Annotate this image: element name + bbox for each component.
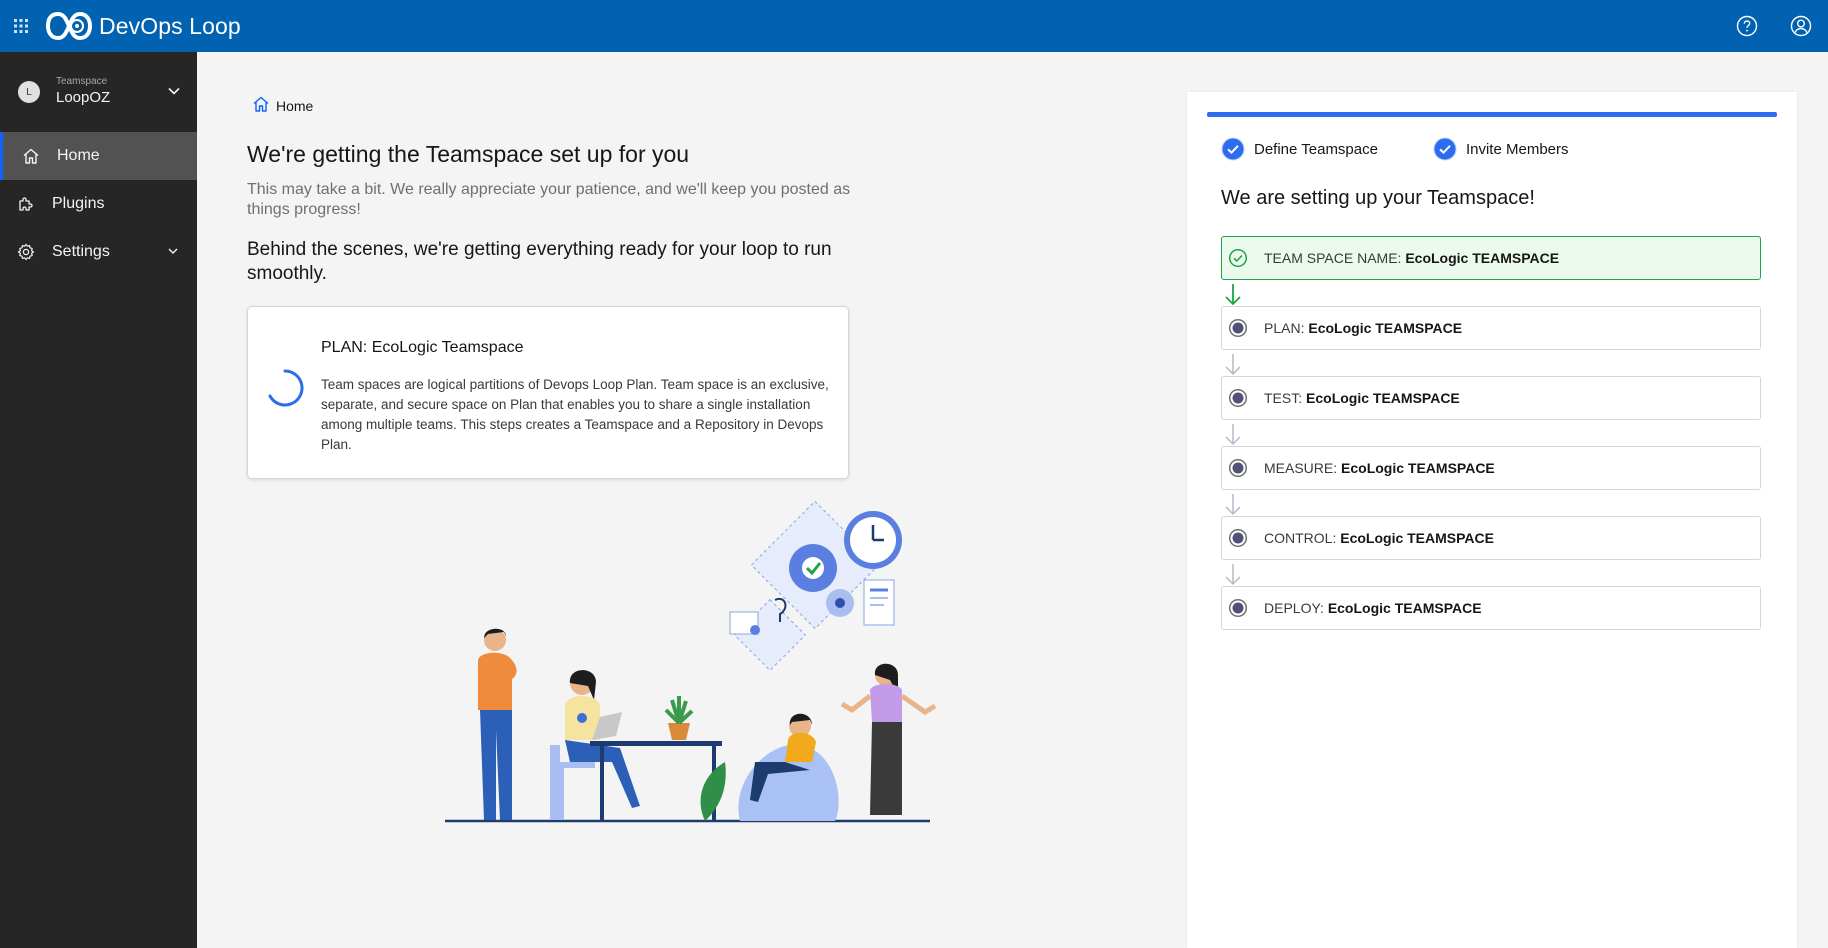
step-invite-members[interactable]: Invite Members bbox=[1433, 137, 1569, 161]
arrow-down-icon bbox=[1225, 284, 1241, 306]
stage-value: EcoLogic TEAMSPACE bbox=[1405, 250, 1560, 266]
arrow-down-icon bbox=[1225, 564, 1241, 586]
sidebar-item-plugins[interactable]: Plugins bbox=[0, 180, 197, 228]
radio-pending-icon bbox=[1227, 387, 1249, 409]
sidebar-item-label: Settings bbox=[52, 243, 110, 260]
page-subtitle: This may take a bit. We really appreciat… bbox=[247, 181, 851, 218]
step-define-teamspace[interactable]: Define Teamspace bbox=[1221, 137, 1378, 161]
sidebar: L Teamspace LoopOZ Home Plugins Settings bbox=[0, 52, 197, 948]
sidebar-item-label: Home bbox=[57, 147, 100, 164]
progress-bar bbox=[1207, 112, 1777, 117]
arrow-down-icon bbox=[1225, 494, 1241, 516]
stage-value: EcoLogic TEAMSPACE bbox=[1341, 460, 1495, 476]
breadcrumb-home-link[interactable]: Home bbox=[276, 98, 313, 114]
stage-prefix: TEST: bbox=[1264, 390, 1303, 406]
stage-deploy[interactable]: DEPLOY: EcoLogic TEAMSPACE bbox=[1221, 586, 1761, 630]
teamspace-caption: Teamspace bbox=[56, 76, 108, 87]
page-title: We're getting the Teamspace set up for y… bbox=[247, 141, 690, 167]
arrow-down-icon bbox=[1225, 354, 1241, 376]
chevron-down-icon bbox=[168, 248, 178, 254]
sidebar-item-settings[interactable]: Settings bbox=[0, 228, 197, 276]
radio-pending-icon bbox=[1227, 527, 1249, 549]
radio-pending-icon bbox=[1227, 597, 1249, 619]
plan-card-title: PLAN: EcoLogic Teamspace bbox=[321, 339, 524, 356]
stage-prefix: CONTROL: bbox=[1264, 530, 1337, 546]
radio-pending-icon bbox=[1227, 317, 1249, 339]
stage-value: EcoLogic TEAMSPACE bbox=[1340, 530, 1494, 546]
stage-measure[interactable]: MEASURE: EcoLogic TEAMSPACE bbox=[1221, 446, 1761, 490]
arrow-down-icon bbox=[1225, 424, 1241, 446]
app-logo[interactable]: DevOps Loop bbox=[46, 11, 241, 41]
step-label: Invite Members bbox=[1465, 140, 1569, 158]
step-label: Define Teamspace bbox=[1254, 140, 1378, 158]
checkmark-outline-icon bbox=[1227, 247, 1249, 269]
home-icon bbox=[21, 146, 41, 166]
loop-logo-icon bbox=[46, 11, 92, 41]
app-title: DevOps Loop bbox=[99, 12, 241, 39]
stage-prefix: PLAN: bbox=[1264, 320, 1305, 336]
user-profile-icon[interactable] bbox=[1774, 0, 1828, 52]
plan-status-card: PLAN: EcoLogic Teamspace Team spaces are… bbox=[247, 306, 849, 479]
chevron-down-icon bbox=[168, 87, 180, 95]
checkmark-circle-icon bbox=[1433, 137, 1457, 161]
stage-prefix: DEPLOY: bbox=[1264, 600, 1324, 616]
stage-value: EcoLogic TEAMSPACE bbox=[1327, 600, 1482, 616]
plugin-icon bbox=[16, 194, 36, 214]
top-header: DevOps Loop bbox=[0, 0, 1828, 52]
radio-pending-icon bbox=[1227, 457, 1249, 479]
avatar: L bbox=[18, 81, 40, 103]
sidebar-item-label: Plugins bbox=[52, 195, 105, 212]
stage-value: EcoLogic TEAMSPACE bbox=[1306, 390, 1460, 406]
team-working-illustration bbox=[445, 500, 937, 823]
breadcrumb[interactable]: Home bbox=[252, 94, 313, 114]
stage-prefix: MEASURE: bbox=[1264, 460, 1338, 476]
home-icon bbox=[253, 96, 269, 112]
help-icon[interactable] bbox=[1720, 0, 1774, 52]
loading-spinner-icon bbox=[268, 369, 304, 407]
stage-test[interactable]: TEST: EcoLogic TEAMSPACE bbox=[1221, 376, 1761, 420]
gear-icon bbox=[16, 242, 36, 262]
stage-prefix: TEAM SPACE NAME: bbox=[1264, 250, 1402, 266]
stage-value: EcoLogic TEAMSPACE bbox=[1308, 320, 1463, 336]
sidebar-item-home[interactable]: Home bbox=[0, 132, 197, 180]
apps-grid-icon[interactable] bbox=[0, 4, 42, 48]
stage-plan[interactable]: PLAN: EcoLogic TEAMSPACE bbox=[1221, 306, 1761, 350]
stage-control[interactable]: CONTROL: EcoLogic TEAMSPACE bbox=[1221, 516, 1761, 560]
teamspace-switcher[interactable]: L Teamspace LoopOZ bbox=[0, 52, 197, 132]
section-heading: Behind the scenes, we're getting everyth… bbox=[247, 239, 832, 284]
stepper: Define Teamspace Invite Members bbox=[1221, 137, 1624, 161]
teamspace-name: LoopOZ bbox=[56, 89, 111, 106]
panel-title: We are setting up your Teamspace! bbox=[1221, 187, 1535, 209]
stage-team-space-name[interactable]: TEAM SPACE NAME: EcoLogic TEAMSPACE bbox=[1221, 236, 1761, 280]
plan-card-description: Team spaces are logical partitions of De… bbox=[321, 377, 829, 452]
checkmark-circle-icon bbox=[1221, 137, 1245, 161]
setup-progress-panel: Define Teamspace Invite Members We are s… bbox=[1187, 92, 1797, 948]
